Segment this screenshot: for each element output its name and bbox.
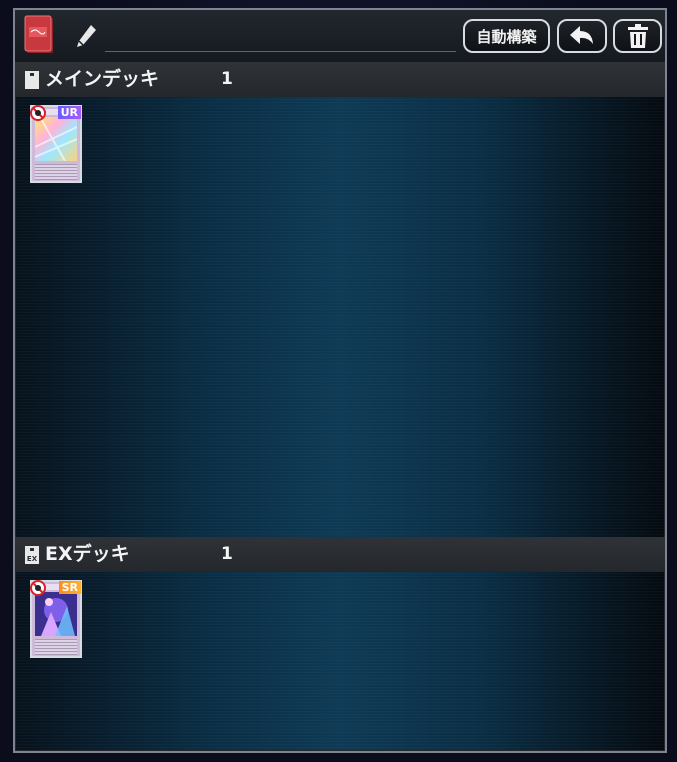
deck-panel: 自動構築 メインデッキ 1 UR EX EXデッキ 1 SR bbox=[13, 8, 667, 753]
main-deck-count: 1 bbox=[221, 69, 233, 89]
restricted-icon bbox=[30, 105, 46, 121]
ex-deck-count: 1 bbox=[221, 544, 233, 564]
auto-build-button[interactable]: 自動構築 bbox=[463, 19, 550, 53]
trash-icon bbox=[627, 24, 648, 48]
card-art bbox=[35, 592, 77, 636]
main-deck-icon bbox=[25, 71, 39, 89]
deck-header: 自動構築 bbox=[15, 10, 665, 62]
ex-icon-text: EX bbox=[27, 555, 38, 563]
ex-deck-header: EX EXデッキ 1 bbox=[15, 537, 665, 572]
deck-box-icon[interactable] bbox=[24, 15, 56, 55]
card-text-box bbox=[35, 164, 77, 180]
restricted-icon bbox=[30, 580, 46, 596]
rarity-badge: SR bbox=[58, 581, 81, 594]
undo-button[interactable] bbox=[557, 19, 607, 53]
undo-arrow-icon bbox=[570, 26, 593, 44]
ex-deck-card[interactable]: SR bbox=[30, 580, 82, 658]
main-deck-card[interactable]: UR bbox=[30, 105, 82, 183]
main-deck-header: メインデッキ 1 bbox=[15, 62, 665, 97]
pencil-icon[interactable] bbox=[75, 23, 99, 49]
ex-deck-icon: EX bbox=[25, 546, 39, 564]
card-text-box bbox=[35, 639, 77, 655]
delete-deck-button[interactable] bbox=[613, 19, 662, 53]
card-art bbox=[35, 117, 77, 161]
deck-name-underline bbox=[105, 51, 456, 52]
rarity-badge: UR bbox=[57, 106, 81, 119]
deck-name-input[interactable] bbox=[107, 24, 447, 48]
main-deck-label: メインデッキ bbox=[45, 68, 160, 90]
deck-editor-screen: 自動構築 メインデッキ 1 UR EX EXデッキ 1 SR bbox=[0, 0, 677, 762]
ex-deck-label: EXデッキ bbox=[45, 543, 130, 565]
